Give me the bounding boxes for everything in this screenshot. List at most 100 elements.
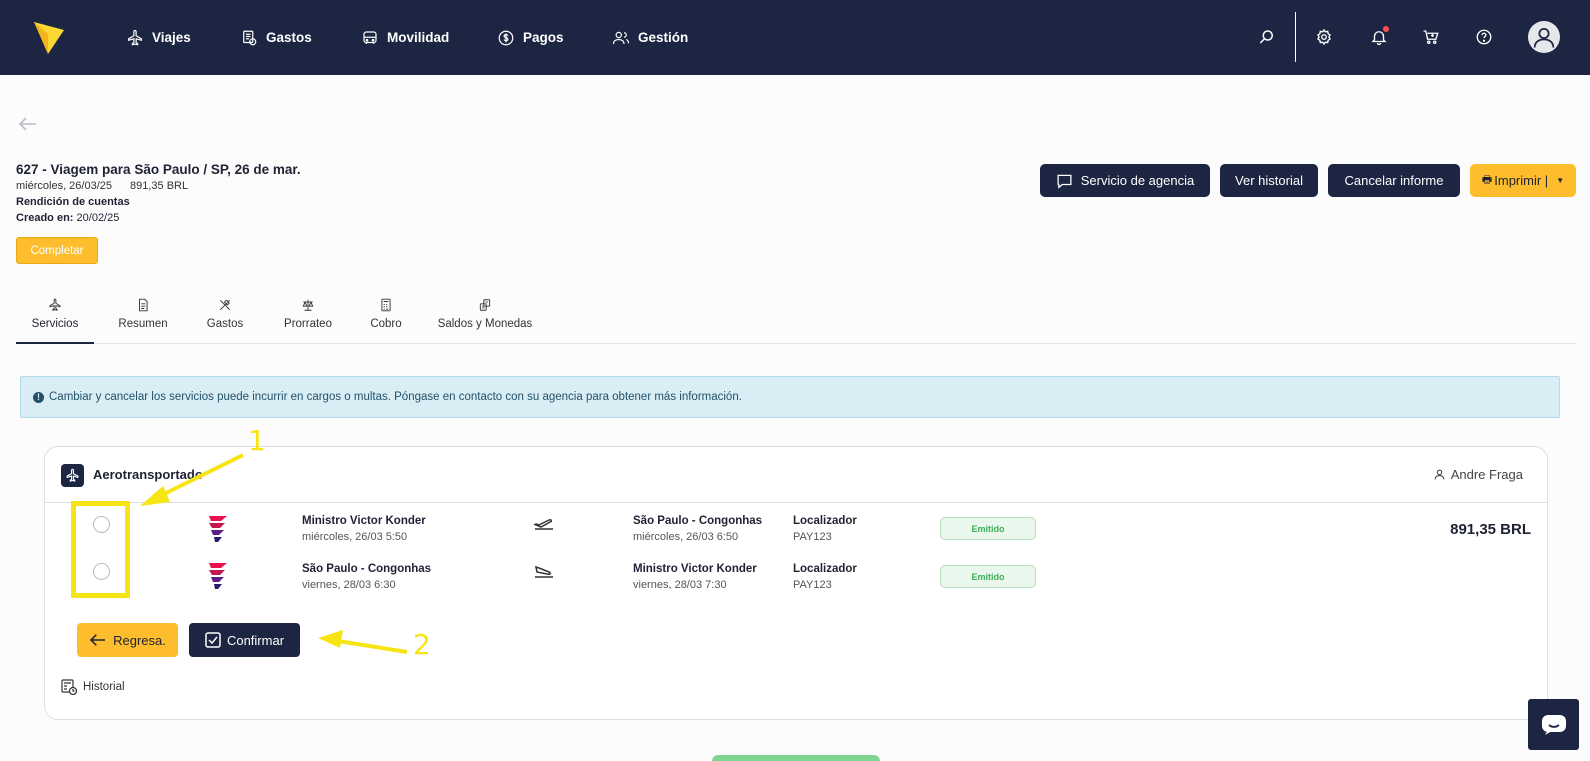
notifications-button[interactable] — [1366, 24, 1392, 50]
leg-destination: São Paulo - Congonhas miércoles, 26/03 6… — [633, 513, 762, 545]
dollar-icon — [498, 30, 514, 45]
tab-label: Resumen — [118, 318, 168, 330]
report-date: miércoles, 26/03/25 — [16, 180, 112, 192]
report-title: 627 - Viagem para São Paulo / SP, 26 de … — [16, 162, 301, 177]
origin-airport: Ministro Victor Konder — [302, 515, 426, 527]
nav-item-pagos[interactable]: Pagos — [497, 0, 564, 75]
nav-divider — [1295, 12, 1296, 62]
origin-time: viernes, 28/03 6:30 — [302, 579, 396, 591]
locator-code: PAY123 — [793, 579, 832, 591]
tab-gastos[interactable]: Gastos — [192, 292, 258, 344]
back-button-label: Regresa. — [113, 632, 166, 648]
annotation-label-2: 2 — [413, 628, 431, 661]
nav-item-label: Gastos — [266, 30, 312, 45]
nav-item-gestion[interactable]: Gestión — [612, 0, 688, 75]
traveler-label: Andre Fraga — [1450, 467, 1523, 482]
status-badge: Emitido — [940, 565, 1036, 588]
nav-item-gastos[interactable]: Gastos — [240, 0, 312, 75]
tab-prorrateo[interactable]: Prorrateo — [268, 292, 348, 344]
tab-saldos-monedas[interactable]: Saldos y Monedas — [422, 292, 548, 344]
tab-label: Cobro — [370, 318, 402, 330]
plane-icon — [66, 468, 79, 482]
history-link[interactable]: Historial — [61, 679, 125, 695]
coins-icon — [479, 299, 491, 311]
origin-airport: São Paulo - Congonhas — [302, 563, 432, 575]
annotation-label-1: 1 — [248, 424, 266, 457]
tab-label: Gastos — [206, 318, 244, 330]
report-tabs: Servicios Resumen Gastos Prorrateo Cobro… — [16, 292, 1576, 344]
takeoff-icon — [533, 519, 553, 530]
user-icon — [1533, 27, 1555, 48]
view-history-button[interactable]: Ver historial — [1220, 164, 1318, 197]
calendar-clock-icon — [61, 679, 77, 695]
car-icon — [363, 30, 377, 44]
card-header: Aerotransportado Andre Fraga — [45, 447, 1547, 503]
tab-cobro[interactable]: Cobro — [358, 292, 414, 344]
cart-icon — [1423, 30, 1439, 45]
settings-button[interactable] — [1311, 24, 1337, 50]
company-logo[interactable] — [34, 18, 64, 56]
created-label: Creado en: — [16, 212, 74, 224]
print-label: Imprimir | — [1494, 173, 1549, 188]
print-dropdown-button[interactable]: 🖶 Imprimir | ▼ — [1470, 164, 1576, 197]
plane-icon — [49, 298, 61, 311]
report-created: Creado en: 20/02/25 — [16, 212, 119, 224]
tab-resumen[interactable]: Resumen — [104, 292, 182, 344]
chat-bubble-icon — [1541, 714, 1566, 735]
chat-icon — [1057, 174, 1072, 189]
destination-time: viernes, 28/03 7:30 — [633, 579, 727, 591]
user-avatar[interactable] — [1528, 21, 1560, 53]
landing-icon — [535, 565, 553, 578]
leg-origin: Ministro Victor Konder miércoles, 26/03 … — [302, 513, 426, 545]
history-label: Historial — [83, 681, 125, 693]
search-button[interactable] — [1254, 24, 1280, 50]
tab-servicios[interactable]: Servicios — [16, 292, 94, 344]
nav-item-movilidad[interactable]: Movilidad — [361, 0, 449, 75]
origin-time: miércoles, 26/03 5:50 — [302, 531, 408, 543]
caret-down-icon: ▼ — [1556, 176, 1565, 185]
back-button[interactable]: Regresa. — [77, 623, 178, 657]
nav-item-label: Movilidad — [387, 30, 450, 45]
tab-label: Saldos y Monedas — [437, 318, 533, 330]
locator-label: Localizador — [793, 563, 857, 575]
service-price: 891,35 BRL — [1450, 521, 1531, 538]
search-icon — [1259, 30, 1273, 44]
user-icon — [1434, 469, 1445, 480]
plane-icon — [128, 29, 142, 46]
back-arrow-icon[interactable] — [18, 116, 38, 132]
complete-status-button[interactable]: Completar — [16, 237, 98, 264]
agency-service-button[interactable]: Servicio de agencia — [1040, 164, 1210, 197]
confirm-button-label: Confirmar — [226, 632, 285, 648]
service-title: Aerotransportado — [93, 467, 203, 482]
top-navigation-bar: Viajes Gastos Movilidad Pagos Gestión — [0, 0, 1590, 75]
report-amount: 891,35 BRL — [130, 180, 189, 192]
calculator-icon — [381, 298, 391, 312]
document-icon — [139, 298, 148, 312]
locator-label: Localizador — [793, 515, 857, 527]
chat-support-button[interactable] — [1528, 699, 1579, 750]
confirm-button[interactable]: Confirmar — [189, 623, 300, 657]
leg-locator: Localizador PAY123 — [793, 513, 857, 545]
receipt-icon — [243, 30, 257, 45]
nav-item-label: Viajes — [152, 30, 191, 45]
help-icon — [1476, 29, 1492, 45]
report-type: Rendición de cuentas — [16, 196, 130, 208]
annotation-highlight-box — [71, 501, 130, 598]
service-type-badge — [61, 464, 84, 487]
cart-button[interactable] — [1418, 24, 1444, 50]
tab-label: Servicios — [31, 318, 79, 330]
notification-dot — [1383, 26, 1389, 32]
printer-icon: 🖶 — [1481, 174, 1493, 186]
alert-text: Cambiar y cancelar los servicios puede i… — [49, 391, 742, 403]
help-button[interactable] — [1471, 24, 1497, 50]
tab-label: Prorrateo — [284, 318, 332, 330]
created-value: 20/02/25 — [76, 212, 120, 224]
traveler-name: Andre Fraga — [1433, 467, 1523, 482]
service-card: Aerotransportado Andre Fraga Ministro Vi… — [44, 446, 1548, 720]
status-badge: Emitido — [940, 517, 1036, 540]
bottom-green-button[interactable] — [712, 755, 880, 761]
scale-icon — [302, 299, 314, 311]
cancel-report-button[interactable]: Cancelar informe — [1328, 164, 1460, 197]
nav-item-viajes[interactable]: Viajes — [126, 0, 191, 75]
airline-logo-icon — [209, 516, 227, 542]
